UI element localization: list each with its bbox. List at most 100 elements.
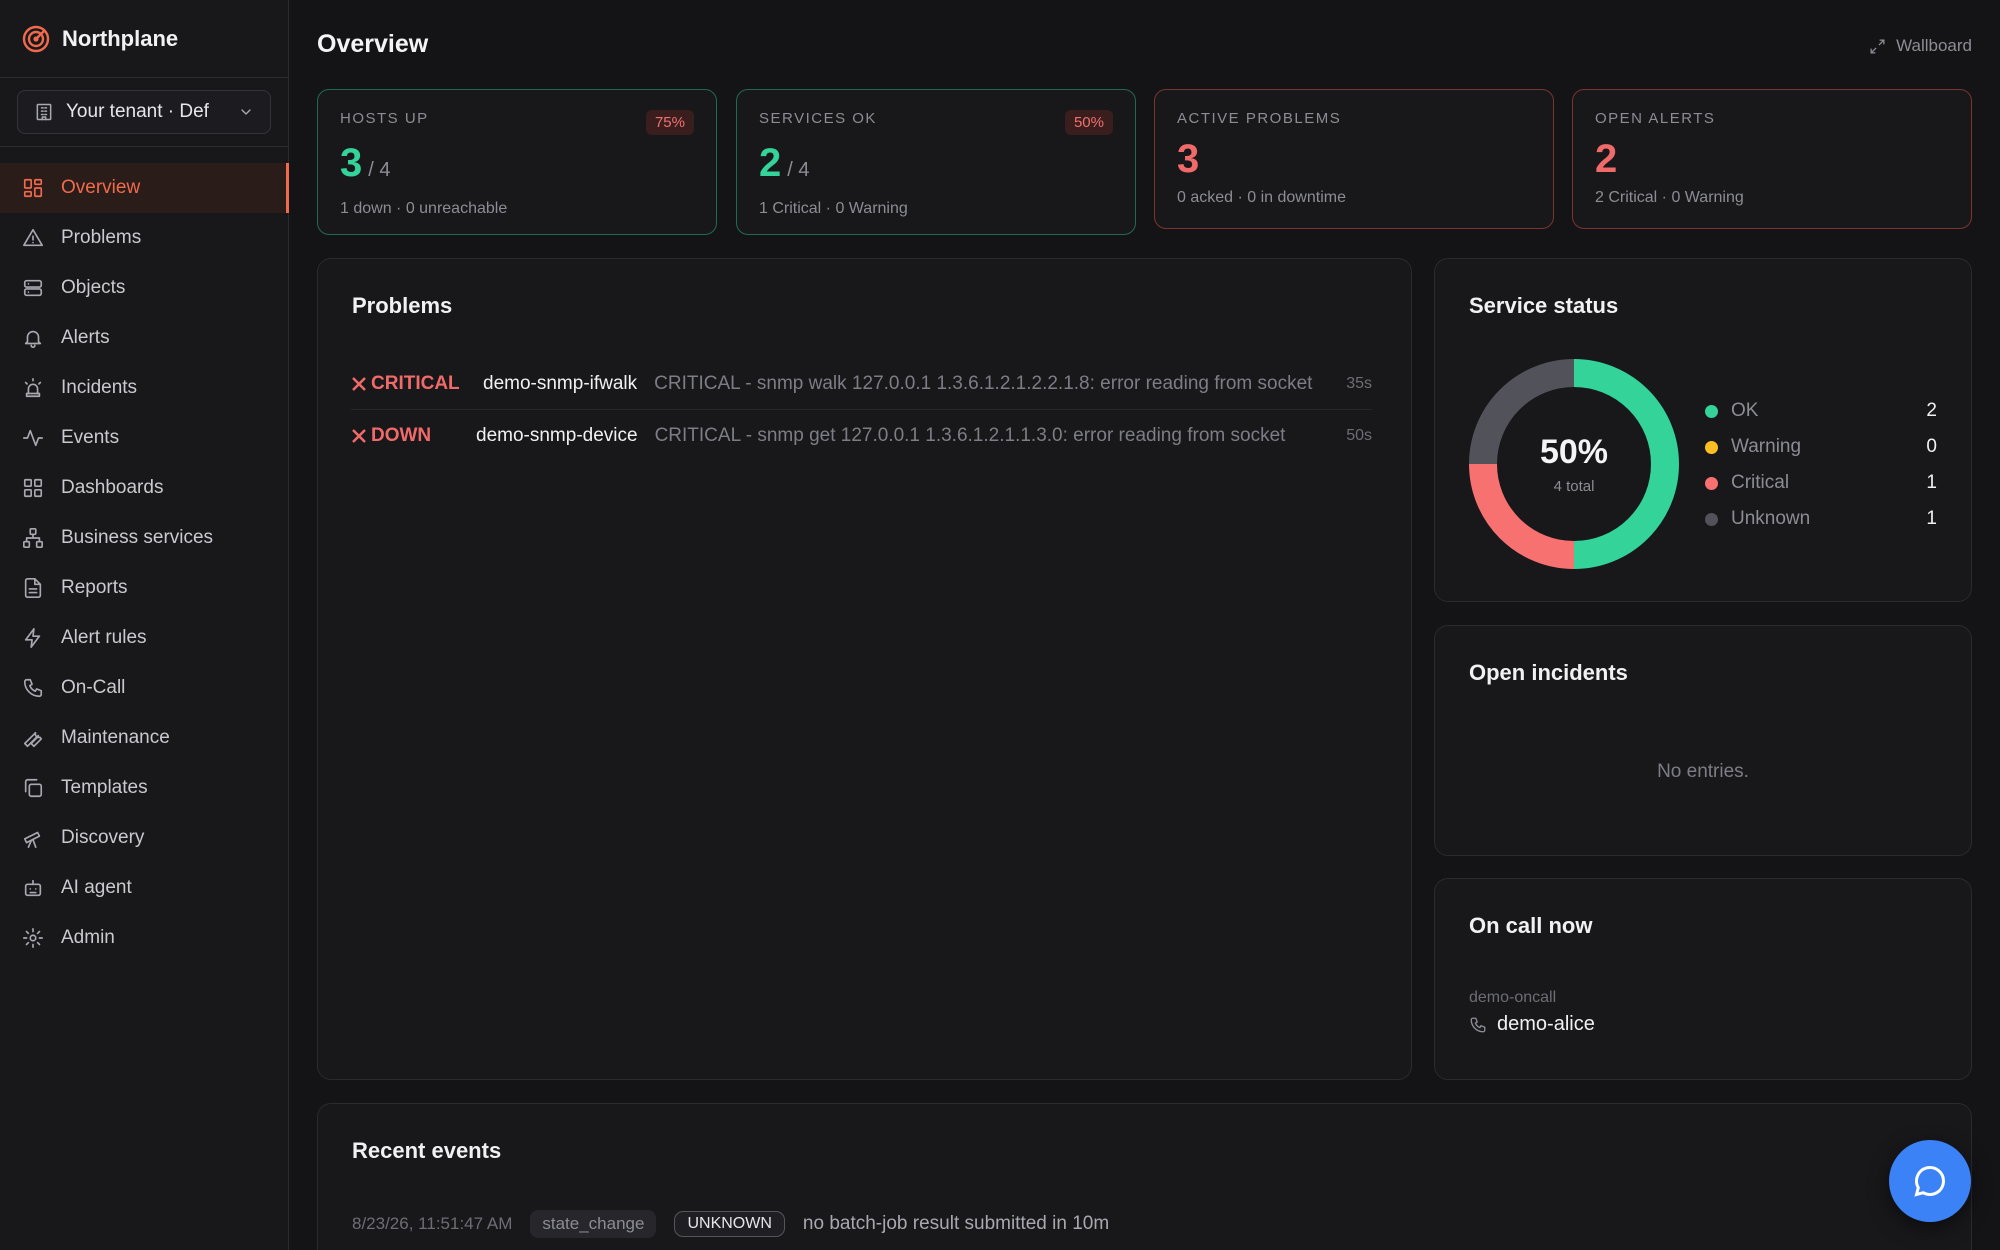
sidebar-item-dashboards[interactable]: Dashboards (0, 463, 288, 513)
sidebar-item-templates[interactable]: Templates (0, 763, 288, 813)
problem-row[interactable]: CRITICAL demo-snmp-ifwalk CRITICAL - snm… (351, 358, 1372, 410)
sidebar-item-maintenance[interactable]: Maintenance (0, 713, 288, 763)
kpi-badge: 75% (645, 110, 694, 135)
kpi-active-problems[interactable]: Active problems 3 0 acked · 0 in downtim… (1154, 89, 1554, 229)
gear-icon (23, 928, 43, 948)
legend-label: Unknown (1731, 508, 1811, 529)
sidebar-item-alert-rules[interactable]: Alert rules (0, 613, 288, 663)
sidebar-item-reports[interactable]: Reports (0, 563, 288, 613)
brand[interactable]: Northplane (0, 0, 288, 78)
sidebar-item-label: Overview (61, 177, 141, 198)
empty-state: No entries. (1657, 761, 1749, 782)
sidebar-item-events[interactable]: Events (0, 413, 288, 463)
legend-dot (1705, 440, 1718, 454)
sidebar-item-label: Events (61, 427, 120, 448)
problem-host[interactable]: demo-snmp-ifwalk (483, 373, 637, 395)
legend-value: 2 (1926, 400, 1937, 421)
sidebar-item-incidents[interactable]: Incidents (0, 363, 288, 413)
kpi-label: Open alerts (1595, 110, 1716, 127)
sidebar-item-problems[interactable]: Problems (0, 213, 288, 263)
problem-age: 35s (1346, 374, 1372, 392)
warning-triangle-icon (23, 228, 43, 247)
legend-row-critical: Critical 1 (1705, 465, 1937, 501)
expand-icon (1870, 38, 1885, 54)
service-status-legend: OK 2 Warning 0 Critical 1 Unknown 1 (1705, 393, 1937, 537)
sidebar-item-label: Business services (61, 527, 214, 548)
x-icon (352, 376, 366, 391)
legend-value: 0 (1926, 436, 1937, 457)
oncall-user-name: demo-alice (1497, 1013, 1595, 1035)
legend-value: 1 (1926, 472, 1937, 493)
legend-dot (1705, 476, 1718, 490)
sidebar-item-alerts[interactable]: Alerts (0, 313, 288, 363)
panel-title: Service status (1469, 293, 1619, 318)
sidebar-item-label: Incidents (61, 377, 138, 398)
kpi-value: 2 (759, 141, 782, 185)
recent-events-panel: Recent events 8/23/26, 11:51:47 AM state… (317, 1103, 1972, 1250)
on-call-panel: On call now demo-oncall demo-alice (1434, 878, 1972, 1080)
service-status-panel: Service status 50% 4 total OK 2 Warning … (1434, 258, 1972, 602)
tenant-selector[interactable]: Your tenant · Def (17, 90, 271, 134)
tenant-label: Your tenant · Def (66, 101, 209, 122)
kpi-label: Active problems (1177, 110, 1342, 127)
dashboard-icon (23, 478, 43, 498)
legend-row-warning: Warning 0 (1705, 429, 1937, 465)
kpi-label: Hosts up (340, 110, 429, 127)
panel-title: Open incidents (1469, 660, 1628, 685)
problem-state: CRITICAL (351, 373, 483, 395)
kpi-open-alerts[interactable]: Open alerts 2 2 Critical · 0 Warning (1572, 89, 1972, 229)
panel-title: Problems (352, 293, 453, 318)
kpi-value: 3 (1177, 137, 1200, 181)
activity-icon (23, 429, 43, 447)
panel-title: On call now (1469, 913, 1593, 938)
sidebar-item-objects[interactable]: Objects (0, 263, 288, 313)
sidebar-item-business-services[interactable]: Business services (0, 513, 288, 563)
sidebar-item-overview[interactable]: Overview (0, 163, 289, 213)
oncall-user[interactable]: demo-alice (1469, 1013, 1595, 1036)
event-type-tag: state_change (530, 1210, 657, 1238)
legend-label: Warning (1731, 436, 1802, 457)
wallboard-button[interactable]: Wallboard (1869, 36, 1972, 56)
kpi-sub: 1 down · 0 unreachable (340, 200, 508, 217)
problem-age: 50s (1346, 427, 1372, 444)
chat-button[interactable] (1889, 1140, 1971, 1222)
hierarchy-icon (23, 528, 43, 548)
event-row[interactable]: 8/23/26, 11:51:47 AM state_change UNKNOW… (352, 1210, 1109, 1238)
sidebar-item-ai-agent[interactable]: AI agent (0, 863, 288, 913)
problem-host[interactable]: demo-snmp-device (476, 425, 638, 447)
event-message: no batch-job result submitted in 10m (802, 1213, 1110, 1234)
sidebar-item-label: Discovery (61, 827, 145, 848)
sidebar-item-label: Alerts (61, 327, 110, 348)
sidebar-item-label: Objects (61, 277, 126, 298)
kpi-total: / 4 (368, 159, 391, 181)
oncall-schedule[interactable]: demo-oncall (1469, 989, 1556, 1007)
wallboard-label: Wallboard (1896, 36, 1972, 55)
kpi-label: Services ok (759, 110, 877, 127)
sidebar-item-label: AI agent (61, 877, 132, 898)
x-icon (352, 429, 366, 443)
sidebar-item-on-call[interactable]: On-Call (0, 663, 288, 713)
kpi-services-ok[interactable]: Services ok 50% 2/ 4 1 Critical · 0 Warn… (736, 89, 1136, 235)
brand-name: Northplane (62, 25, 179, 51)
donut-center: 50% 4 total (1469, 359, 1679, 569)
problem-state-label: DOWN (371, 425, 432, 446)
sidebar-item-label: Templates (61, 777, 148, 798)
sidebar-item-label: Maintenance (61, 727, 170, 748)
sidebar-item-label: Alert rules (61, 627, 147, 648)
sidebar-item-admin[interactable]: Admin (0, 913, 288, 963)
telescope-icon (23, 831, 41, 848)
open-incidents-panel: Open incidents No entries. (1434, 625, 1972, 856)
chevron-down-icon (241, 109, 251, 115)
donut-total: 4 total (1553, 478, 1595, 495)
sidebar-nav: Overview Problems Objects Alerts Inciden… (0, 147, 289, 963)
kpi-value: 2 (1595, 137, 1618, 181)
building-icon (36, 103, 52, 121)
target-logo-icon (22, 25, 50, 52)
legend-dot (1705, 512, 1718, 526)
phone-icon (23, 678, 43, 698)
kpi-hosts-up[interactable]: Hosts up 75% 3/ 4 1 down · 0 unreachable (317, 89, 717, 235)
sidebar-item-discovery[interactable]: Discovery (0, 813, 288, 863)
legend-row-ok: OK 2 (1705, 393, 1937, 429)
problem-row[interactable]: DOWN demo-snmp-device CRITICAL - snmp ge… (351, 410, 1372, 462)
file-icon (24, 578, 42, 598)
